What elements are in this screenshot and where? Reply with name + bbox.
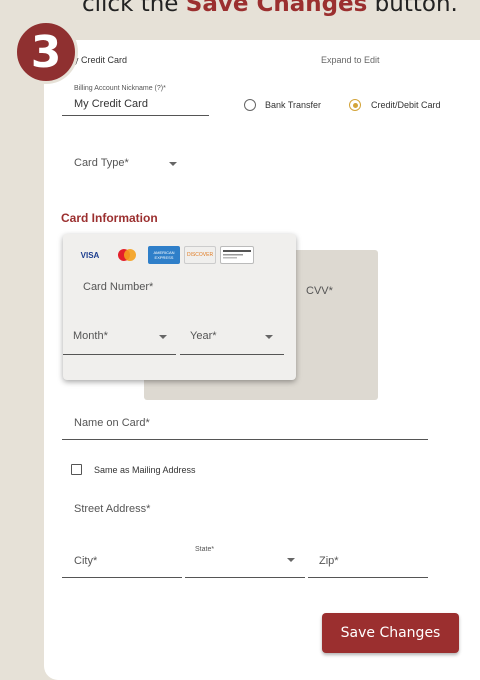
card-type-select[interactable]: Card Type* <box>74 157 129 169</box>
month-underline <box>63 354 176 355</box>
mastercard-logo-icon <box>112 246 142 264</box>
radio-bank-transfer[interactable] <box>244 99 256 111</box>
name-on-card-input[interactable]: Name on Card* <box>74 417 150 429</box>
state-select[interactable]: State* <box>195 546 214 553</box>
radio-credit-debit-card[interactable] <box>349 99 361 111</box>
card-type-chevron-down-icon <box>169 162 177 166</box>
street-address-input[interactable]: Street Address* <box>74 503 150 515</box>
same-as-mailing-checkbox[interactable] <box>71 464 82 475</box>
generic-card-logo-icon <box>220 246 254 264</box>
card-information-title: Card Information <box>61 211 158 225</box>
month-chevron-down-icon <box>159 335 167 339</box>
state-underline <box>185 577 305 578</box>
form-content: y Credit Card Expand to Edit Billing Acc… <box>0 0 480 667</box>
save-changes-button[interactable]: Save Changes <box>322 613 459 653</box>
account-title: y Credit Card <box>74 55 128 65</box>
expand-to-edit-link[interactable]: Expand to Edit <box>321 55 380 65</box>
discover-logo-icon: DISCOVER <box>184 246 216 264</box>
card-front-panel: VISA AMERICAN EXPRESS DISCOVER Card Numb… <box>63 234 296 380</box>
zip-input[interactable]: Zip* <box>319 555 339 567</box>
year-underline <box>180 354 284 355</box>
bank-transfer-label: Bank Transfer <box>265 100 322 110</box>
name-on-card-underline <box>62 439 428 440</box>
city-input[interactable]: City* <box>74 555 97 567</box>
year-chevron-down-icon <box>265 335 273 339</box>
city-underline <box>62 577 182 578</box>
visa-logo-icon: VISA <box>80 250 100 260</box>
same-as-mailing-label: Same as Mailing Address <box>94 465 196 475</box>
nickname-underline <box>62 115 209 116</box>
month-select[interactable]: Month* <box>73 330 108 342</box>
cvv-input[interactable]: CVV* <box>306 285 333 297</box>
zip-underline <box>308 577 428 578</box>
card-number-input[interactable]: Card Number* <box>83 281 153 293</box>
nickname-input[interactable]: My Credit Card <box>74 98 148 110</box>
year-select[interactable]: Year* <box>190 330 217 342</box>
nickname-label: Billing Account Nickname (?)* <box>74 85 166 92</box>
step-number-badge: 3 <box>14 20 78 84</box>
credit-debit-card-label: Credit/Debit Card <box>371 100 441 110</box>
american-express-logo-icon: AMERICAN EXPRESS <box>148 246 180 264</box>
state-chevron-down-icon <box>287 558 295 562</box>
